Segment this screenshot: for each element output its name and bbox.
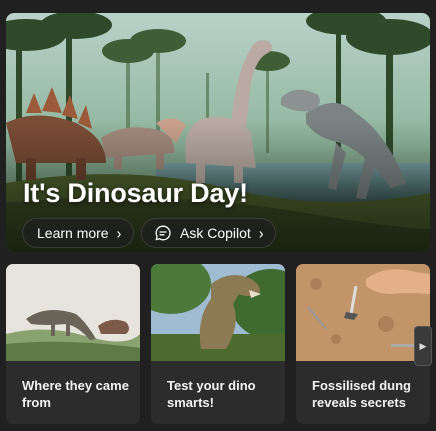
hero-banner[interactable]: It's Dinosaur Day! Learn more › Ask Copi… bbox=[6, 13, 430, 252]
ask-copilot-button[interactable]: Ask Copilot › bbox=[141, 218, 277, 248]
card-caption: Test your dino smarts! bbox=[167, 378, 256, 410]
hero-dinosaur-image bbox=[6, 13, 430, 252]
card-fossilised-dung[interactable]: Fossilised dung reveals secrets bbox=[296, 264, 430, 424]
chat-bubble-icon bbox=[154, 224, 172, 242]
card-caption: Fossilised dung reveals secrets bbox=[312, 378, 411, 410]
learn-more-label: Learn more bbox=[37, 225, 109, 241]
chevron-right-icon: › bbox=[258, 224, 264, 242]
card-image bbox=[6, 264, 140, 361]
hero-title: It's Dinosaur Day! bbox=[23, 178, 248, 208]
card-test-your-dino-smarts[interactable]: Test your dino smarts! bbox=[151, 264, 285, 424]
learn-more-button[interactable]: Learn more › bbox=[22, 218, 135, 248]
card-image bbox=[296, 264, 430, 361]
chevron-right-icon: › bbox=[116, 224, 122, 242]
play-right-icon: ▶ bbox=[419, 340, 427, 351]
card-image bbox=[151, 264, 285, 361]
card-where-they-came-from[interactable]: Where they came from bbox=[6, 264, 140, 424]
card-caption: Where they came from bbox=[22, 378, 129, 410]
ask-copilot-label: Ask Copilot bbox=[180, 225, 251, 241]
next-arrow-button[interactable]: ▶ bbox=[414, 326, 432, 366]
